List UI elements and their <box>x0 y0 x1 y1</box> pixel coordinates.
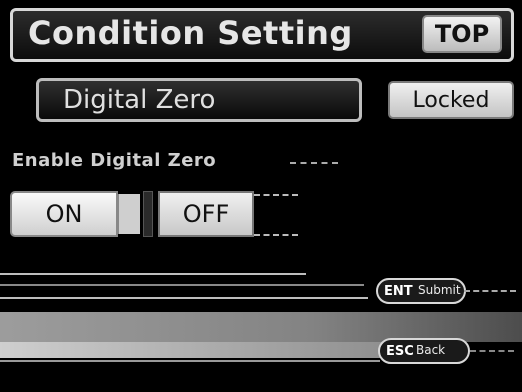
guide-rule <box>0 284 364 286</box>
item-name-text: Digital Zero <box>63 85 216 115</box>
toggle-divider <box>143 191 153 237</box>
esc-key-label: ESC <box>386 343 414 359</box>
guide-rule <box>0 297 368 299</box>
ent-key-label: ENT <box>384 283 413 299</box>
top-button[interactable]: TOP <box>422 15 502 53</box>
on-button[interactable]: ON <box>10 191 118 237</box>
esc-action-label: Back <box>416 343 446 357</box>
ent-guide-rule <box>464 290 516 292</box>
locked-status-badge: Locked <box>388 81 514 119</box>
on-button-indicator <box>118 194 140 234</box>
setting-label: Enable Digital Zero <box>12 150 217 171</box>
guide-band <box>0 342 430 358</box>
page-title: Condition Setting <box>28 14 353 52</box>
setting-label-divider <box>290 162 338 164</box>
ent-action-label: Submit <box>418 283 461 297</box>
off-button-frame <box>254 194 298 236</box>
item-name-field: Digital Zero <box>36 78 362 122</box>
guide-rule <box>0 273 306 275</box>
off-button[interactable]: OFF <box>158 191 254 237</box>
esc-guide-rule <box>470 350 514 352</box>
guide-rule <box>0 360 380 362</box>
